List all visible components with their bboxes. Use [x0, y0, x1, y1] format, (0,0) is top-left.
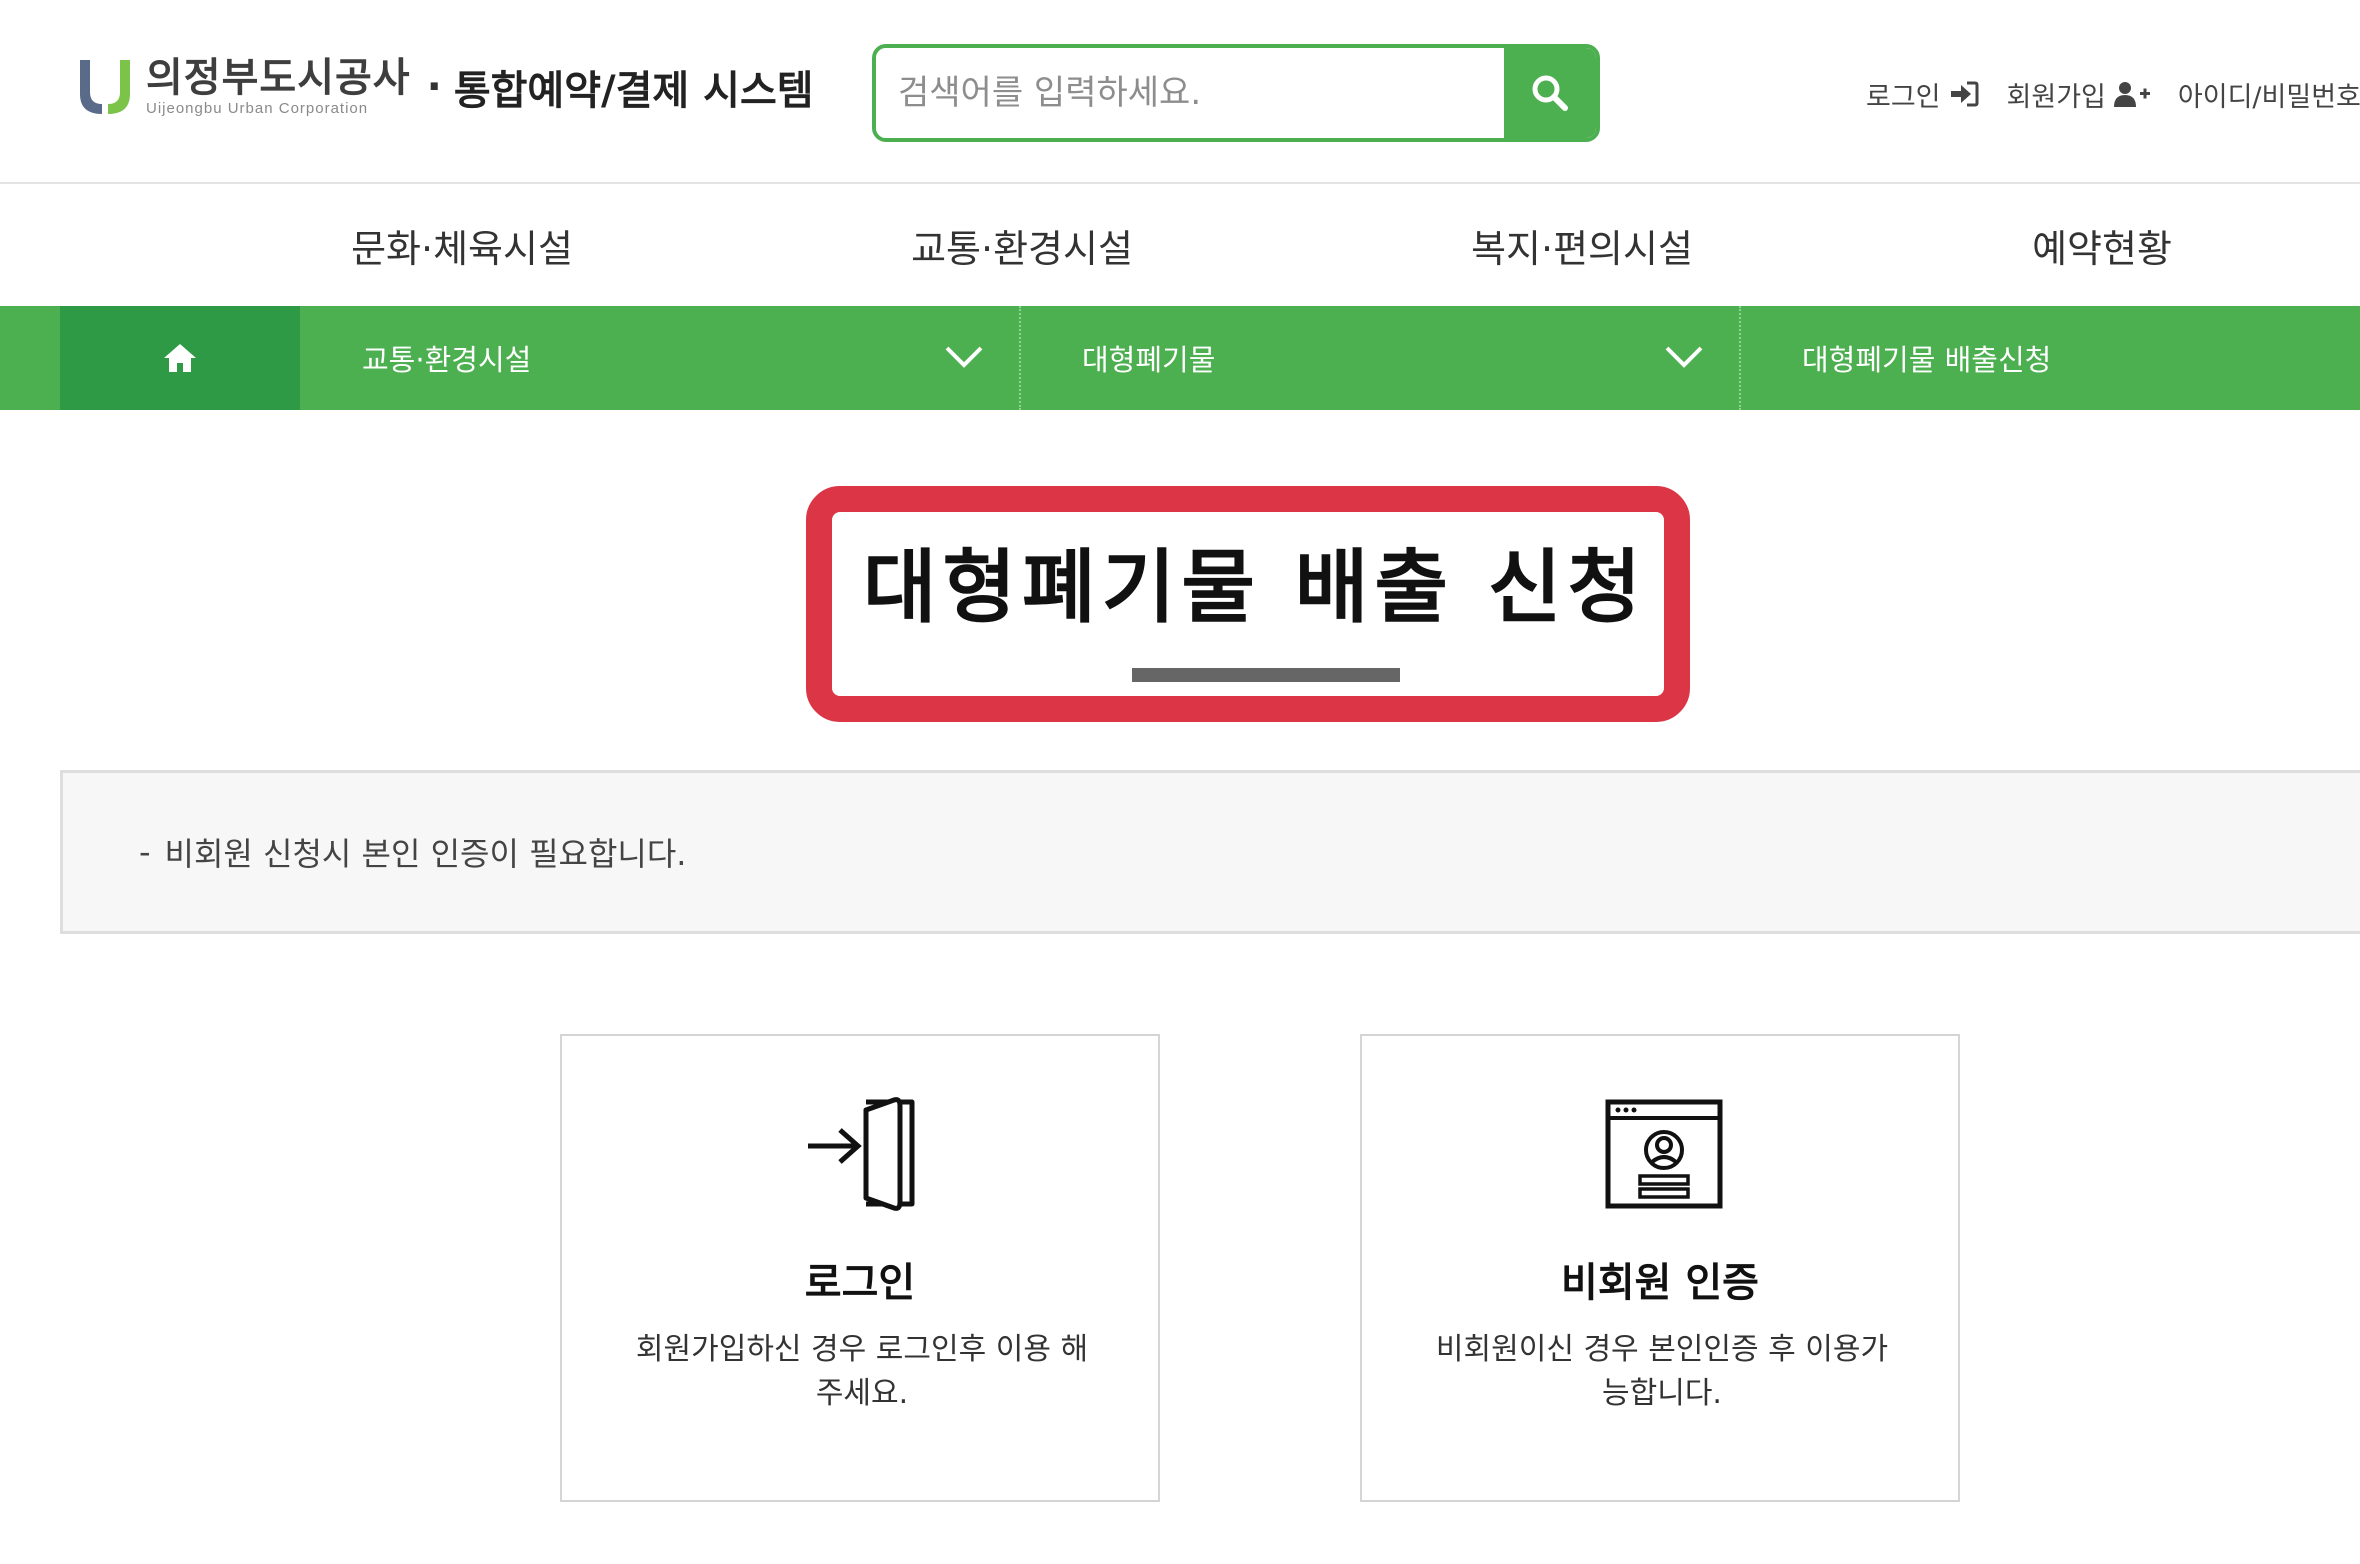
breadcrumb-label: 대형폐기물 배출신청 — [1802, 343, 2052, 377]
nonmember-auth-card[interactable]: 비회원 인증 비회원이신 경우 본인인증 후 이용가 능합니다. — [1360, 1034, 1960, 1502]
breadcrumb-category-dropdown[interactable]: 교통·환경시설 — [300, 306, 1020, 410]
search-bar — [872, 44, 1600, 142]
main-nav-reservation-status[interactable]: 예약현황 — [1972, 186, 2232, 304]
login-link-label: 로그인 — [1866, 81, 1941, 113]
main-nav-label: 복지·편의시설 — [1471, 226, 1693, 271]
logo-english-name: Uijeongbu Urban Corporation — [146, 100, 369, 117]
card-title: 비회원 인증 — [1561, 1260, 1759, 1306]
breadcrumb: 교통·환경시설 대형폐기물 대형폐기물 배출신청 — [0, 306, 2360, 410]
page-title: 대형폐기물 배출 신청 — [862, 541, 1648, 634]
breadcrumb-label: 대형폐기물 — [1082, 343, 1216, 377]
main-nav-label: 교통·환경시설 — [911, 226, 1133, 271]
search-button[interactable] — [1504, 48, 1596, 138]
breadcrumb-current-page: 대형폐기물 배출신청 — [1740, 306, 2360, 410]
title-underline — [1132, 668, 1400, 682]
notice-bullet: - — [139, 833, 151, 871]
user-plus-icon — [2113, 82, 2150, 107]
main-nav-label: 예약현황 — [2032, 226, 2172, 271]
site-logo[interactable]: 의정부도시공사 Uijeongbu Urban Corporation · 통합… — [76, 52, 836, 122]
home-button[interactable] — [60, 306, 300, 410]
main-nav: 문화·체육시설 교통·환경시설 복지·편의시설 예약현황 — [0, 186, 2360, 304]
login-door-icon — [802, 1092, 926, 1216]
system-title: 통합예약/결제 시스템 — [453, 68, 814, 114]
card-description: 회원가입하신 경우 로그인후 이용 해 주세요. — [635, 1332, 1089, 1411]
nonmember-id-icon — [1602, 1092, 1726, 1216]
find-id-password-link[interactable]: 아이디/비밀번호 — [2178, 75, 2360, 114]
search-input[interactable] — [876, 48, 1504, 138]
signup-link[interactable]: 회원가입 — [2007, 75, 2150, 114]
card-description: 비회원이신 경우 본인인증 후 이용가 능합니다. — [1435, 1332, 1889, 1411]
logo-text: 의정부도시공사 Uijeongbu Urban Corporation — [146, 56, 411, 118]
sign-in-icon — [1950, 81, 1979, 107]
logo-mark-icon — [76, 56, 134, 118]
home-icon — [164, 344, 196, 372]
main-nav-culture-sports[interactable]: 문화·체육시설 — [312, 186, 612, 304]
card-title: 로그인 — [804, 1260, 916, 1306]
main-nav-welfare-convenience[interactable]: 복지·편의시설 — [1432, 186, 1732, 304]
notice-text: 비회원 신청시 본인 인증이 필요합니다. — [164, 835, 687, 873]
site-header: 의정부도시공사 Uijeongbu Urban Corporation · 통합… — [0, 0, 2360, 184]
logo-korean-name: 의정부도시공사 — [146, 55, 411, 101]
login-link[interactable]: 로그인 — [1866, 75, 1979, 114]
logo-separator: · — [426, 64, 442, 110]
breadcrumb-facility-dropdown[interactable]: 대형폐기물 — [1020, 306, 1740, 410]
notice-box: - 비회원 신청시 본인 인증이 필요합니다. — [60, 770, 2360, 934]
login-card[interactable]: 로그인 회원가입하신 경우 로그인후 이용 해 주세요. — [560, 1034, 1160, 1502]
chevron-down-icon — [945, 346, 983, 368]
page-title-highlight: 대형폐기물 배출 신청 — [806, 486, 1690, 722]
utility-links: 로그인 회원가입 아이디/비밀번호 — [1866, 72, 2360, 116]
search-icon — [1532, 75, 1568, 111]
find-id-password-label: 아이디/비밀번호 — [2177, 81, 2360, 113]
chevron-down-icon — [1665, 346, 1703, 368]
main-nav-traffic-environment[interactable]: 교통·환경시설 — [872, 186, 1172, 304]
breadcrumb-label: 교통·환경시설 — [362, 343, 532, 377]
signup-link-label: 회원가입 — [2006, 81, 2106, 113]
main-nav-label: 문화·체육시설 — [351, 226, 573, 271]
